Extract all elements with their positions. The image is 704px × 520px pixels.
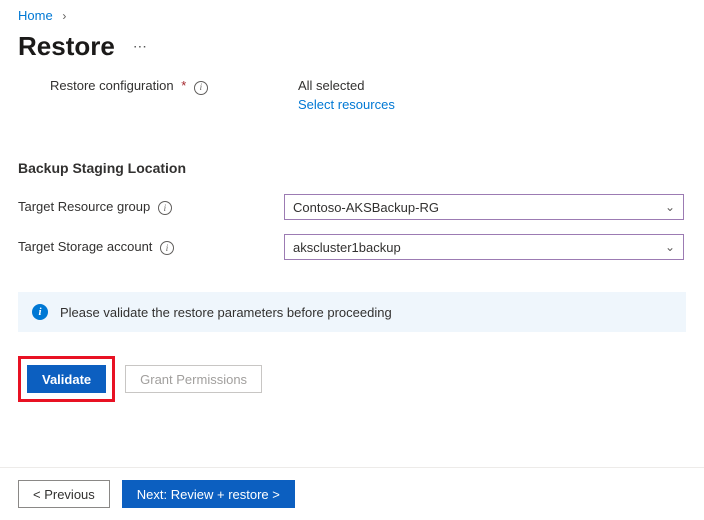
restore-config-label-text: Restore configuration [50, 78, 174, 93]
storage-account-value: akscluster1backup [293, 240, 401, 255]
storage-account-label: Target Storage account i [18, 239, 284, 256]
target-resource-group-row: Target Resource group i Contoso-AKSBacku… [18, 194, 686, 220]
breadcrumb-home[interactable]: Home [18, 8, 53, 23]
select-resources-link[interactable]: Select resources [298, 97, 395, 112]
validation-infobar: i Please validate the restore parameters… [18, 292, 686, 332]
info-icon[interactable]: i [194, 81, 208, 95]
page-title-row: Restore ⋯ [0, 27, 704, 74]
more-actions-button[interactable]: ⋯ [129, 34, 152, 59]
chevron-down-icon: ⌄ [665, 240, 675, 254]
breadcrumb: Home › [0, 0, 704, 27]
info-icon[interactable]: i [158, 201, 172, 215]
validate-highlight: Validate [18, 356, 115, 402]
resource-group-label-text: Target Resource group [18, 199, 150, 214]
chevron-down-icon: ⌄ [665, 200, 675, 214]
restore-config-value: All selected [298, 78, 395, 93]
resource-group-select[interactable]: Contoso-AKSBackup-RG ⌄ [284, 194, 684, 220]
previous-button[interactable]: < Previous [18, 480, 110, 508]
content-area: Restore configuration * i All selected S… [0, 74, 704, 402]
storage-account-select[interactable]: akscluster1backup ⌄ [284, 234, 684, 260]
info-badge-icon: i [32, 304, 48, 320]
resource-group-value: Contoso-AKSBackup-RG [293, 200, 439, 215]
chevron-right-icon: › [62, 9, 66, 23]
action-button-row: Validate Grant Permissions [18, 356, 686, 402]
validate-button[interactable]: Validate [27, 365, 106, 393]
restore-configuration-row: Restore configuration * i All selected S… [18, 74, 686, 118]
target-storage-account-row: Target Storage account i akscluster1back… [18, 234, 686, 260]
grant-permissions-button: Grant Permissions [125, 365, 262, 393]
storage-account-label-text: Target Storage account [18, 239, 152, 254]
resource-group-label: Target Resource group i [18, 199, 284, 216]
restore-config-label: Restore configuration * i [50, 78, 298, 95]
infobar-message: Please validate the restore parameters b… [60, 305, 392, 320]
staging-heading: Backup Staging Location [18, 118, 686, 194]
wizard-footer: < Previous Next: Review + restore > [0, 467, 704, 520]
info-icon[interactable]: i [160, 241, 174, 255]
page-title: Restore [18, 31, 115, 62]
next-button[interactable]: Next: Review + restore > [122, 480, 295, 508]
restore-config-value-col: All selected Select resources [298, 78, 395, 112]
required-asterisk: * [181, 78, 186, 93]
